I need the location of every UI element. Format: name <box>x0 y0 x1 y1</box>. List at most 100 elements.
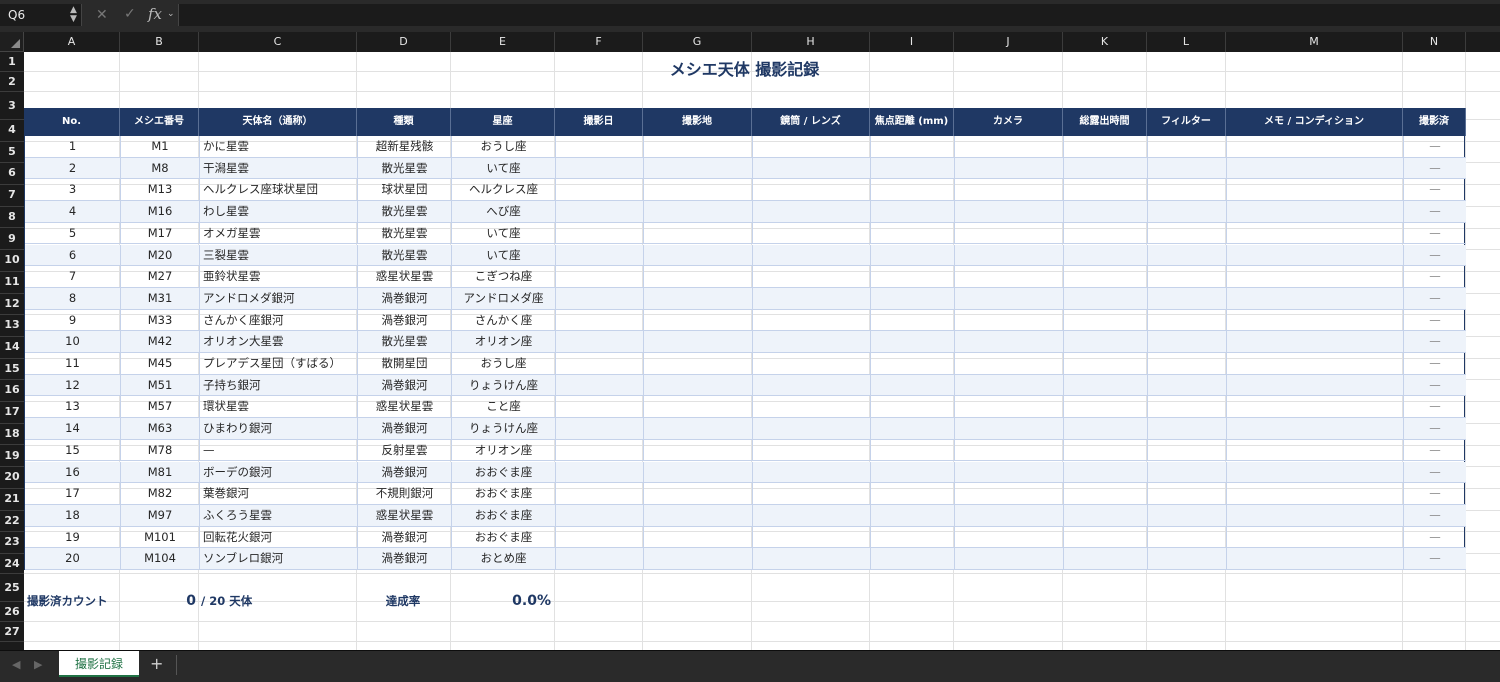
header-cell[interactable]: メシエ番号 <box>120 108 199 136</box>
header-cell[interactable]: メモ / コンディション <box>1226 108 1403 136</box>
cell-empty[interactable] <box>644 266 753 288</box>
cell-done[interactable]: — <box>1404 266 1466 287</box>
cell-empty[interactable] <box>1148 374 1227 396</box>
cell-empty[interactable] <box>556 201 644 223</box>
cell-done[interactable]: — <box>1404 223 1466 244</box>
cell-empty[interactable] <box>644 439 753 461</box>
cell-empty[interactable] <box>556 157 644 179</box>
cell-messier[interactable]: M31 <box>121 287 200 309</box>
cell-type[interactable]: 渦巻銀河 <box>358 526 452 548</box>
cell-messier[interactable]: M57 <box>121 396 200 418</box>
cell-empty[interactable] <box>753 309 871 331</box>
row-header-15[interactable]: 15 <box>0 359 24 381</box>
cell-constellation[interactable]: おおぐま座 <box>452 483 556 505</box>
cell-messier[interactable]: M42 <box>121 331 200 353</box>
cell-type[interactable]: 散光星雲 <box>358 157 452 179</box>
cell-empty[interactable] <box>1227 222 1404 244</box>
cell-empty[interactable] <box>1064 331 1148 353</box>
cell-type[interactable]: 惑星状星雲 <box>358 396 452 418</box>
cell-messier[interactable]: M82 <box>121 483 200 505</box>
cell-empty[interactable] <box>1064 222 1148 244</box>
cell-done[interactable]: — <box>1404 483 1466 504</box>
cell-empty[interactable] <box>644 309 753 331</box>
header-cell[interactable]: フィルター <box>1147 108 1226 136</box>
cell-empty[interactable] <box>753 461 871 483</box>
column-header-c[interactable]: C <box>199 32 357 52</box>
cell-empty[interactable] <box>753 266 871 288</box>
confirm-icon[interactable]: ✓ <box>124 6 136 22</box>
count-value[interactable]: 0 <box>120 587 196 615</box>
header-cell[interactable]: 撮影済 <box>1403 108 1466 136</box>
cell-empty[interactable] <box>955 483 1064 505</box>
cell-empty[interactable] <box>1227 439 1404 461</box>
cell-type[interactable]: 散開星団 <box>358 353 452 374</box>
cell-empty[interactable] <box>644 374 753 396</box>
cell-empty[interactable] <box>1064 287 1148 309</box>
count-label[interactable]: 撮影済カウント <box>27 587 108 615</box>
header-cell[interactable]: 天体名（通称） <box>199 108 357 136</box>
row-header-4[interactable]: 4 <box>0 120 24 142</box>
cell-empty[interactable] <box>753 526 871 548</box>
cancel-icon[interactable]: ✕ <box>96 7 108 23</box>
header-cell[interactable]: No. <box>24 108 120 136</box>
name-box-stepper-icon[interactable]: ▲ ▼ <box>70 6 77 24</box>
cell-empty[interactable] <box>1227 526 1404 548</box>
cell-empty[interactable] <box>1064 548 1148 570</box>
cell-empty[interactable] <box>1227 548 1404 570</box>
cell-constellation[interactable]: おうし座 <box>452 136 556 157</box>
cell-area[interactable]: メシエ天体 撮影記録 No. メシエ番号 天体名（通称） 種類 星座 撮影日 撮影地 鏡筒 /… <box>24 52 1500 650</box>
cell-type[interactable]: 惑星状星雲 <box>358 266 452 288</box>
cell-done[interactable]: — <box>1404 331 1466 352</box>
cell-name[interactable]: オリオン大星雲 <box>200 331 358 353</box>
cell-empty[interactable] <box>955 353 1064 374</box>
cell-empty[interactable] <box>1148 504 1227 526</box>
cell-empty[interactable] <box>556 353 644 374</box>
cell-done[interactable]: — <box>1404 462 1466 483</box>
cell-empty[interactable] <box>556 179 644 201</box>
cell-empty[interactable] <box>753 179 871 201</box>
cell-empty[interactable] <box>955 201 1064 223</box>
cell-empty[interactable] <box>753 418 871 440</box>
cell-empty[interactable] <box>871 353 955 374</box>
cell-type[interactable]: 散光星雲 <box>358 331 452 353</box>
cell-name[interactable]: ボーデの銀河 <box>200 461 358 483</box>
row-header-8[interactable]: 8 <box>0 207 24 229</box>
row-header-17[interactable]: 17 <box>0 402 24 424</box>
cell-name[interactable]: ヘルクレス座球状星団 <box>200 179 358 201</box>
cell-messier[interactable]: M97 <box>121 504 200 526</box>
cell-constellation[interactable]: いて座 <box>452 244 556 266</box>
cell-empty[interactable] <box>1148 548 1227 570</box>
cell-empty[interactable] <box>644 526 753 548</box>
cell-type[interactable]: 散光星雲 <box>358 201 452 223</box>
cell-constellation[interactable]: さんかく座 <box>452 309 556 331</box>
row-header-2[interactable]: 2 <box>0 72 24 92</box>
cell-empty[interactable] <box>1148 483 1227 505</box>
cell-messier[interactable]: M63 <box>121 418 200 440</box>
cell-empty[interactable] <box>1064 396 1148 418</box>
cell-empty[interactable] <box>644 353 753 374</box>
cell-empty[interactable] <box>1148 222 1227 244</box>
cell-done[interactable]: — <box>1404 201 1466 222</box>
cell-no[interactable]: 4 <box>25 201 121 223</box>
cell-type[interactable]: 散光星雲 <box>358 222 452 244</box>
cell-empty[interactable] <box>644 331 753 353</box>
cell-empty[interactable] <box>1148 266 1227 288</box>
cell-done[interactable]: — <box>1404 179 1466 200</box>
cell-empty[interactable] <box>1148 418 1227 440</box>
cell-empty[interactable] <box>1148 396 1227 418</box>
cell-empty[interactable] <box>1064 244 1148 266</box>
cell-done[interactable]: — <box>1404 375 1466 396</box>
cell-name[interactable]: 子持ち銀河 <box>200 374 358 396</box>
cell-empty[interactable] <box>871 266 955 288</box>
cell-name[interactable]: かに星雲 <box>200 136 358 157</box>
cell-done[interactable]: — <box>1404 158 1466 179</box>
cell-empty[interactable] <box>955 526 1064 548</box>
column-header-d[interactable]: D <box>357 32 451 52</box>
cell-done[interactable]: — <box>1404 136 1466 157</box>
cell-empty[interactable] <box>1064 418 1148 440</box>
cell-empty[interactable] <box>871 201 955 223</box>
cell-empty[interactable] <box>1227 461 1404 483</box>
cell-constellation[interactable]: こぎつね座 <box>452 266 556 288</box>
cell-empty[interactable] <box>644 396 753 418</box>
cell-empty[interactable] <box>1227 136 1404 157</box>
